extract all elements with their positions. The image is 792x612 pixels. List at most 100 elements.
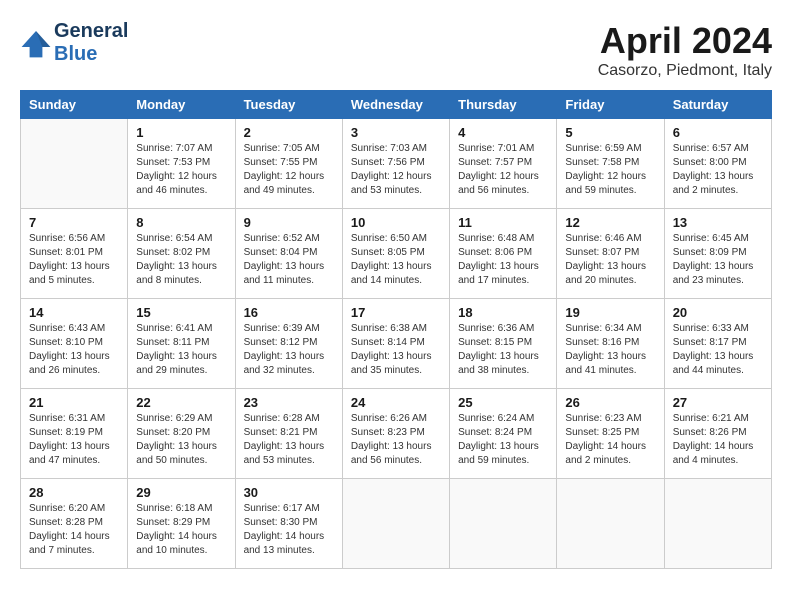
- day-info: Sunrise: 6:20 AM Sunset: 8:28 PM Dayligh…: [29, 502, 119, 558]
- day-number: 2: [244, 125, 334, 140]
- calendar-cell: [450, 479, 557, 569]
- day-number: 10: [351, 215, 441, 230]
- day-info: Sunrise: 6:43 AM Sunset: 8:10 PM Dayligh…: [29, 322, 119, 378]
- calendar-cell: 8 Sunrise: 6:54 AM Sunset: 8:02 PM Daylig…: [128, 209, 235, 299]
- day-header-monday: Monday: [128, 91, 235, 119]
- day-info: Sunrise: 6:18 AM Sunset: 8:29 PM Dayligh…: [136, 502, 226, 558]
- calendar-cell: 15Sunrise: 6:41 AM Sunset: 8:11 PM Dayli…: [128, 299, 235, 389]
- day-number: 4: [458, 125, 548, 140]
- day-headers-row: SundayMondayTuesdayWednesdayThursdayFrid…: [21, 91, 772, 119]
- day-info: Sunrise: 7:03 AM Sunset: 7:56 PM Dayligh…: [351, 142, 441, 198]
- day-number: 1: [136, 125, 226, 140]
- day-number: 17: [351, 305, 441, 320]
- day-number: 14: [29, 305, 119, 320]
- calendar-cell: 24Sunrise: 6:26 AM Sunset: 8:23 PM Dayli…: [342, 389, 449, 479]
- calendar-cell: [557, 479, 664, 569]
- day-info: Sunrise: 6:34 AM Sunset: 8:16 PM Dayligh…: [565, 322, 655, 378]
- day-number: 12: [565, 215, 655, 230]
- day-header-thursday: Thursday: [450, 91, 557, 119]
- page-header: General Blue April 2024 Casorzo, Piedmon…: [20, 20, 772, 80]
- day-info: Sunrise: 6:31 AM Sunset: 8:19 PM Dayligh…: [29, 412, 119, 468]
- calendar-cell: 26 Sunrise: 6:23 AM Sunset: 8:25 PM Dayli…: [557, 389, 664, 479]
- calendar-cell: 17 Sunrise: 6:38 AM Sunset: 8:14 PM Dayli…: [342, 299, 449, 389]
- calendar-cell: 29 Sunrise: 6:18 AM Sunset: 8:29 PM Dayli…: [128, 479, 235, 569]
- day-header-wednesday: Wednesday: [342, 91, 449, 119]
- day-info: Sunrise: 7:01 AM Sunset: 7:57 PM Dayligh…: [458, 142, 548, 198]
- day-number: 28: [29, 485, 119, 500]
- logo-text: General Blue: [54, 20, 128, 66]
- day-info: Sunrise: 6:29 AM Sunset: 8:20 PM Dayligh…: [136, 412, 226, 468]
- day-header-sunday: Sunday: [21, 91, 128, 119]
- calendar-cell: 9 Sunrise: 6:52 AM Sunset: 8:04 PM Daylig…: [235, 209, 342, 299]
- calendar-cell: 1 Sunrise: 7:07 AM Sunset: 7:53 PM Daylig…: [128, 119, 235, 209]
- calendar-cell: 16Sunrise: 6:39 AM Sunset: 8:12 PM Dayli…: [235, 299, 342, 389]
- day-info: Sunrise: 7:07 AM Sunset: 7:53 PM Dayligh…: [136, 142, 226, 198]
- calendar-table: SundayMondayTuesdayWednesdayThursdayFrid…: [20, 90, 772, 569]
- day-number: 5: [565, 125, 655, 140]
- location-subtitle: Casorzo, Piedmont, Italy: [598, 62, 772, 80]
- calendar-cell: 23Sunrise: 6:28 AM Sunset: 8:21 PM Dayli…: [235, 389, 342, 479]
- day-number: 11: [458, 215, 548, 230]
- day-number: 3: [351, 125, 441, 140]
- calendar-cell: 4 Sunrise: 7:01 AM Sunset: 7:57 PM Daylig…: [450, 119, 557, 209]
- calendar-cell: 30 Sunrise: 6:17 AM Sunset: 8:30 PM Dayli…: [235, 479, 342, 569]
- calendar-cell: 25 Sunrise: 6:24 AM Sunset: 8:24 PM Dayli…: [450, 389, 557, 479]
- calendar-cell: 20Sunrise: 6:33 AM Sunset: 8:17 PM Dayli…: [664, 299, 771, 389]
- day-info: Sunrise: 6:23 AM Sunset: 8:25 PM Dayligh…: [565, 412, 655, 468]
- day-info: Sunrise: 6:33 AM Sunset: 8:17 PM Dayligh…: [673, 322, 763, 378]
- day-number: 8: [136, 215, 226, 230]
- day-info: Sunrise: 6:36 AM Sunset: 8:15 PM Dayligh…: [458, 322, 548, 378]
- calendar-cell: 22Sunrise: 6:29 AM Sunset: 8:20 PM Dayli…: [128, 389, 235, 479]
- day-info: Sunrise: 7:05 AM Sunset: 7:55 PM Dayligh…: [244, 142, 334, 198]
- calendar-cell: 2 Sunrise: 7:05 AM Sunset: 7:55 PM Daylig…: [235, 119, 342, 209]
- day-number: 27: [673, 395, 763, 410]
- month-title: April 2024: [598, 20, 772, 62]
- calendar-cell: 28 Sunrise: 6:20 AM Sunset: 8:28 PM Dayli…: [21, 479, 128, 569]
- day-header-friday: Friday: [557, 91, 664, 119]
- day-info: Sunrise: 6:46 AM Sunset: 8:07 PM Dayligh…: [565, 232, 655, 288]
- logo-icon: [20, 27, 52, 59]
- day-info: Sunrise: 6:21 AM Sunset: 8:26 PM Dayligh…: [673, 412, 763, 468]
- day-number: 25: [458, 395, 548, 410]
- logo: General Blue: [20, 20, 128, 66]
- day-info: Sunrise: 6:57 AM Sunset: 8:00 PM Dayligh…: [673, 142, 763, 198]
- title-area: April 2024 Casorzo, Piedmont, Italy: [598, 20, 772, 80]
- calendar-cell: 27 Sunrise: 6:21 AM Sunset: 8:26 PM Dayli…: [664, 389, 771, 479]
- calendar-cell: [21, 119, 128, 209]
- calendar-cell: 21 Sunrise: 6:31 AM Sunset: 8:19 PM Dayli…: [21, 389, 128, 479]
- calendar-cell: 18 Sunrise: 6:36 AM Sunset: 8:15 PM Dayli…: [450, 299, 557, 389]
- day-number: 13: [673, 215, 763, 230]
- calendar-cell: 3 Sunrise: 7:03 AM Sunset: 7:56 PM Daylig…: [342, 119, 449, 209]
- day-number: 9: [244, 215, 334, 230]
- day-info: Sunrise: 6:52 AM Sunset: 8:04 PM Dayligh…: [244, 232, 334, 288]
- week-row-2: 7 Sunrise: 6:56 AM Sunset: 8:01 PM Daylig…: [21, 209, 772, 299]
- day-number: 30: [244, 485, 334, 500]
- week-row-1: 1 Sunrise: 7:07 AM Sunset: 7:53 PM Daylig…: [21, 119, 772, 209]
- day-info: Sunrise: 6:56 AM Sunset: 8:01 PM Dayligh…: [29, 232, 119, 288]
- day-info: Sunrise: 6:17 AM Sunset: 8:30 PM Dayligh…: [244, 502, 334, 558]
- calendar-cell: 12 Sunrise: 6:46 AM Sunset: 8:07 PM Dayli…: [557, 209, 664, 299]
- day-number: 21: [29, 395, 119, 410]
- day-number: 19: [565, 305, 655, 320]
- calendar-cell: 5Sunrise: 6:59 AM Sunset: 7:58 PM Daylig…: [557, 119, 664, 209]
- day-number: 24: [351, 395, 441, 410]
- day-number: 26: [565, 395, 655, 410]
- day-number: 7: [29, 215, 119, 230]
- day-info: Sunrise: 6:38 AM Sunset: 8:14 PM Dayligh…: [351, 322, 441, 378]
- calendar-cell: 13Sunrise: 6:45 AM Sunset: 8:09 PM Dayli…: [664, 209, 771, 299]
- calendar-cell: 11 Sunrise: 6:48 AM Sunset: 8:06 PM Dayli…: [450, 209, 557, 299]
- day-number: 6: [673, 125, 763, 140]
- day-number: 18: [458, 305, 548, 320]
- calendar-cell: 6 Sunrise: 6:57 AM Sunset: 8:00 PM Daylig…: [664, 119, 771, 209]
- week-row-4: 21 Sunrise: 6:31 AM Sunset: 8:19 PM Dayli…: [21, 389, 772, 479]
- day-header-tuesday: Tuesday: [235, 91, 342, 119]
- calendar-cell: 14 Sunrise: 6:43 AM Sunset: 8:10 PM Dayli…: [21, 299, 128, 389]
- day-number: 15: [136, 305, 226, 320]
- day-info: Sunrise: 6:48 AM Sunset: 8:06 PM Dayligh…: [458, 232, 548, 288]
- calendar-cell: 7 Sunrise: 6:56 AM Sunset: 8:01 PM Daylig…: [21, 209, 128, 299]
- calendar-cell: [664, 479, 771, 569]
- day-number: 29: [136, 485, 226, 500]
- day-info: Sunrise: 6:24 AM Sunset: 8:24 PM Dayligh…: [458, 412, 548, 468]
- day-number: 23: [244, 395, 334, 410]
- day-info: Sunrise: 6:54 AM Sunset: 8:02 PM Dayligh…: [136, 232, 226, 288]
